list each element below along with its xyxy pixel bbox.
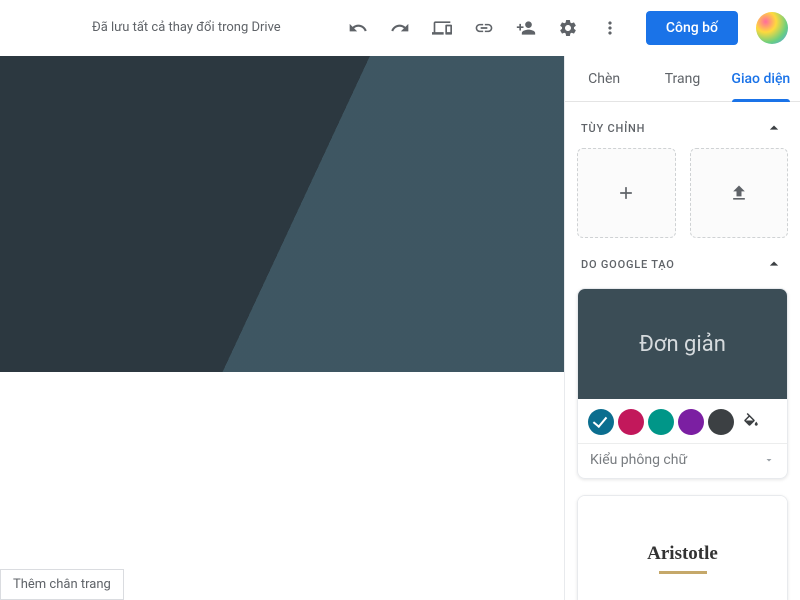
color-swatch[interactable] <box>618 409 644 435</box>
undo-icon[interactable] <box>348 18 368 38</box>
plus-icon <box>616 183 636 203</box>
color-swatch[interactable] <box>588 409 614 435</box>
font-style-label: Kiểu phông chữ <box>590 452 687 468</box>
paint-bucket-icon[interactable] <box>738 409 764 435</box>
import-theme-button[interactable] <box>690 148 789 238</box>
section-custom-header[interactable]: TÙY CHỈNH <box>577 102 788 148</box>
create-theme-button[interactable] <box>577 148 676 238</box>
decorative-underline <box>659 571 707 574</box>
section-google-label: DO GOOGLE TẠO <box>581 258 675 271</box>
gear-icon[interactable] <box>558 18 578 38</box>
tab-themes[interactable]: Giao diện <box>722 56 800 101</box>
add-footer-button[interactable]: Thêm chân trang <box>0 569 124 600</box>
panel-tabs: Chèn Trang Giao diện <box>565 56 800 102</box>
tab-insert[interactable]: Chèn <box>565 56 643 101</box>
chevron-up-icon <box>764 118 784 138</box>
color-swatch[interactable] <box>678 409 704 435</box>
devices-icon[interactable] <box>432 18 452 38</box>
tab-pages[interactable]: Trang <box>643 56 721 101</box>
page-header-section[interactable] <box>0 56 564 372</box>
section-google-header[interactable]: DO GOOGLE TẠO <box>577 238 788 284</box>
right-panel: Chèn Trang Giao diện TÙY CHỈNH DO GOOGLE… <box>564 56 800 600</box>
person-add-icon[interactable] <box>516 18 536 38</box>
theme-aristotle-name: Aristotle <box>647 543 718 565</box>
link-icon[interactable] <box>474 18 494 38</box>
dropdown-icon <box>763 454 775 466</box>
redo-icon[interactable] <box>390 18 410 38</box>
upload-icon <box>729 183 749 203</box>
theme-preview-aristotle: Aristotle <box>578 496 787 600</box>
top-toolbar: Đã lưu tất cả thay đổi trong Drive Công … <box>0 0 800 56</box>
font-style-dropdown[interactable]: Kiểu phông chữ <box>578 443 787 478</box>
theme-color-swatches <box>578 399 787 443</box>
color-swatch[interactable] <box>648 409 674 435</box>
more-vert-icon[interactable] <box>600 18 620 38</box>
theme-preview-simple: Đơn giản <box>578 289 787 399</box>
theme-card-aristotle[interactable]: Aristotle <box>577 495 788 600</box>
avatar[interactable] <box>756 12 788 44</box>
theme-card-simple[interactable]: Đơn giản Kiểu phông chữ <box>577 288 788 479</box>
save-status: Đã lưu tất cả thay đổi trong Drive <box>92 20 281 35</box>
chevron-up-icon <box>764 254 784 274</box>
editor-canvas[interactable]: Thêm chân trang <box>0 56 564 600</box>
section-custom-label: TÙY CHỈNH <box>581 122 645 135</box>
color-swatch[interactable] <box>708 409 734 435</box>
toolbar-icons <box>348 18 620 38</box>
publish-button[interactable]: Công bố <box>646 11 738 45</box>
